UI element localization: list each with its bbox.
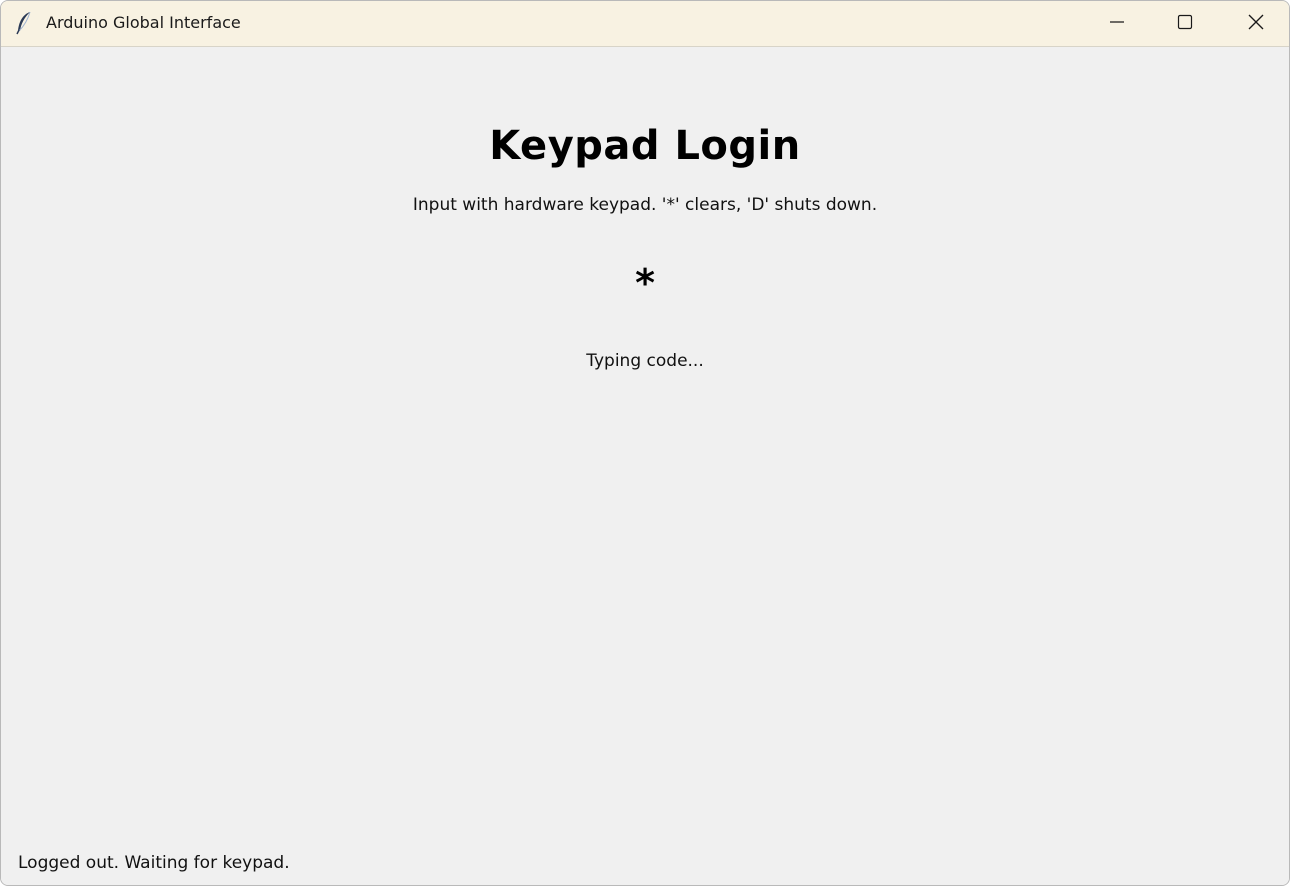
footer-status: Logged out. Waiting for keypad. — [18, 853, 290, 873]
code-display: * — [635, 261, 655, 305]
minimize-button[interactable] — [1084, 1, 1150, 46]
feather-icon — [15, 11, 33, 35]
maximize-icon — [1177, 14, 1193, 34]
input-status: Typing code... — [586, 351, 704, 371]
close-button[interactable] — [1223, 1, 1289, 46]
page-title: Keypad Login — [489, 123, 801, 169]
window-title: Arduino Global Interface — [46, 13, 241, 32]
title-bar[interactable]: Arduino Global Interface — [1, 1, 1289, 47]
app-window: Arduino Global Interface Keypad Login In… — [0, 0, 1290, 886]
close-icon — [1248, 14, 1264, 34]
minimize-icon — [1109, 14, 1125, 34]
main-content: Keypad Login Input with hardware keypad.… — [1, 47, 1289, 885]
maximize-button[interactable] — [1152, 1, 1218, 46]
instructions-text: Input with hardware keypad. '*' clears, … — [412, 195, 878, 215]
